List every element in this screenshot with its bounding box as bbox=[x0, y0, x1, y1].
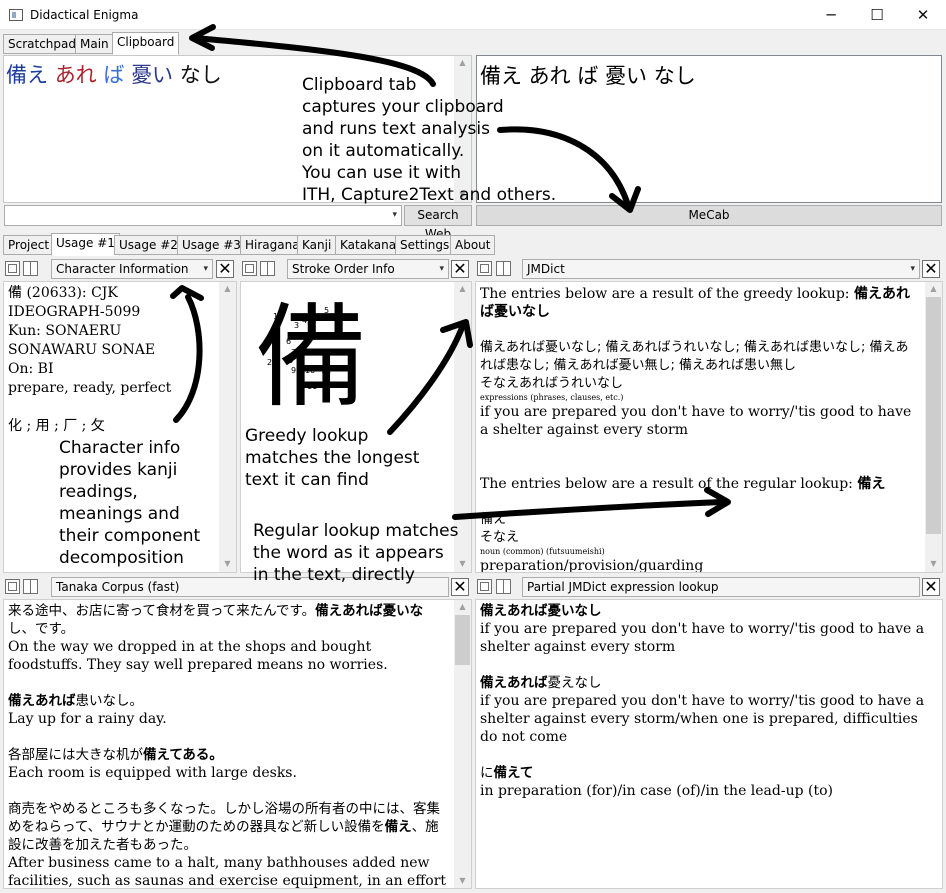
annotation-arrows bbox=[170, 24, 731, 520]
arrow-greedy bbox=[387, 322, 466, 435]
arrow-to-clipboard-tab bbox=[192, 35, 436, 87]
arrow-to-mecab bbox=[497, 126, 631, 208]
arrow-regular bbox=[452, 499, 725, 520]
arrow-charinfo bbox=[173, 294, 203, 423]
